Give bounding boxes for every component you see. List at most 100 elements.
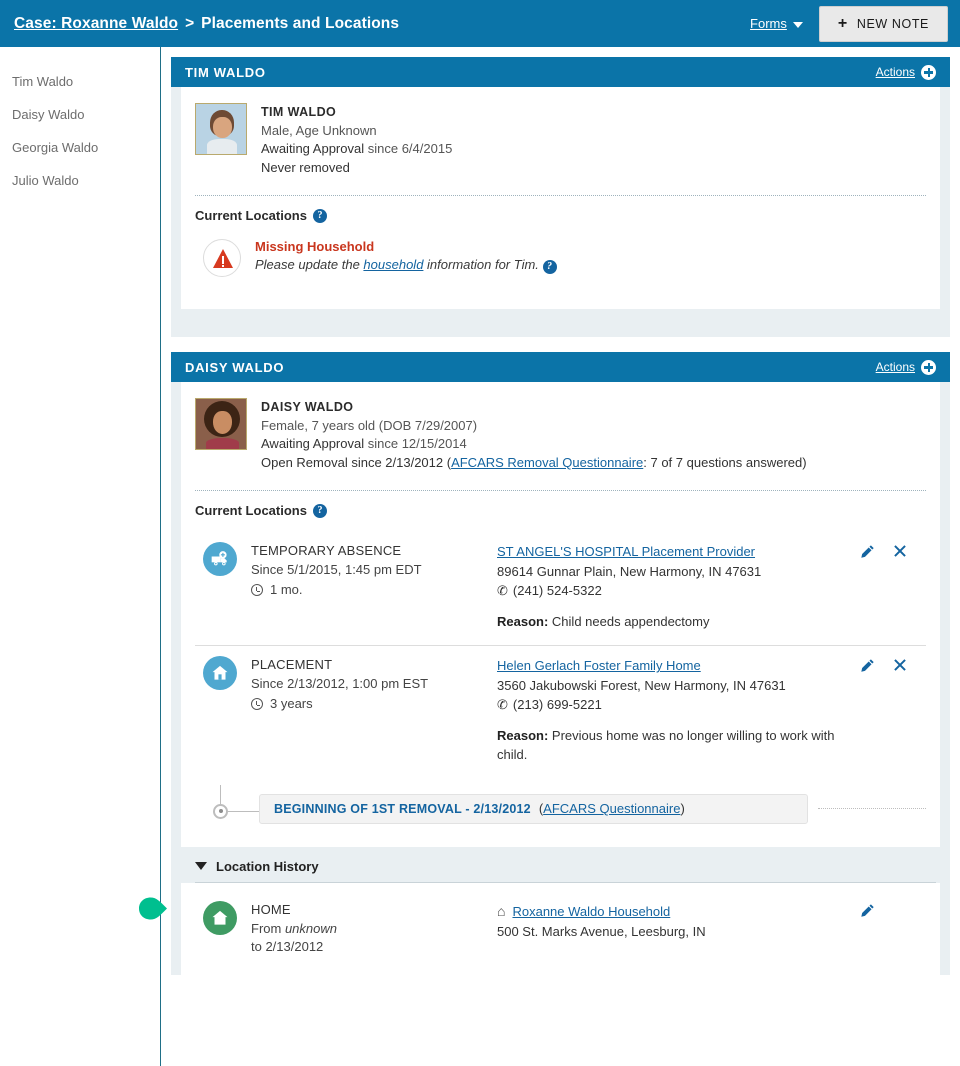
divider	[195, 490, 926, 492]
current-locations-heading: Current Locations ?	[195, 503, 926, 518]
actions-button[interactable]: Actions	[876, 64, 936, 80]
provider-link[interactable]: ST ANGEL'S HOSPITAL Placement Provider	[497, 544, 755, 559]
house-icon	[203, 656, 237, 691]
plus-circle-icon	[921, 64, 936, 80]
edit-icon[interactable]	[860, 903, 875, 958]
afcars-questionnaire-link[interactable]: AFCARS Questionnaire	[543, 801, 680, 816]
plus-circle-icon	[921, 359, 936, 375]
missing-household-alert: Missing Household Please update the hous…	[195, 237, 926, 299]
close-icon[interactable]	[893, 658, 907, 765]
edit-icon[interactable]	[860, 544, 875, 631]
card-body: DAISY WALDO Female, 7 years old (DOB 7/2…	[181, 382, 940, 847]
provider-phone-row: ✆ (241) 524-5322	[497, 581, 860, 601]
actions-button[interactable]: Actions	[875, 359, 936, 375]
paren-close: )	[680, 801, 685, 817]
person-demographics: Female, 7 years old (DOB 7/29/2007)	[261, 417, 478, 433]
app-root: Case: Roxanne Waldo > Placements and Loc…	[0, 0, 960, 1066]
current-locations-label: Current Locations	[195, 503, 307, 519]
new-note-label: NEW NOTE	[856, 16, 929, 31]
breadcrumb-separator: >	[185, 14, 195, 32]
removal-suffix: : 7 of 7 questions answered)	[643, 454, 807, 470]
card-header: TIM WALDO Actions	[171, 57, 950, 87]
sidebar-item-tim-waldo[interactable]: Tim Waldo	[10, 65, 160, 98]
person-details: DAISY WALDO Female, 7 years old (DOB 7/2…	[261, 398, 807, 472]
ambulance-icon	[203, 542, 237, 577]
household-link[interactable]: Roxanne Waldo Household	[512, 904, 670, 919]
help-icon[interactable]: ?	[312, 503, 327, 518]
actions-label: Actions	[875, 360, 915, 375]
person-card-daisy-waldo: DAISY WALDO Actions DAISY WALDO Female, …	[171, 352, 950, 976]
history-type: HOME	[251, 901, 291, 917]
new-note-button[interactable]: + NEW NOTE	[818, 5, 948, 42]
person-status-label: Awaiting Approval	[261, 141, 365, 157]
plus-icon: +	[837, 14, 848, 32]
help-icon[interactable]: ?	[312, 208, 327, 223]
card-title: TIM WALDO	[185, 64, 266, 80]
location-duration-row: 1 mo.	[251, 581, 497, 600]
sidebar-item-daisy-waldo[interactable]: Daisy Waldo	[10, 98, 160, 131]
history-household: ⌂ Roxanne Waldo Household 500 St. Marks A…	[497, 901, 860, 958]
cursor-pointer-marker	[138, 896, 168, 921]
location-type: PLACEMENT	[251, 657, 333, 673]
location-reason: Reason: Previous home was no longer will…	[497, 726, 860, 765]
person-summary: TIM WALDO Male, Age Unknown Awaiting App…	[195, 103, 926, 191]
sidebar-item-julio-waldo[interactable]: Julio Waldo	[10, 164, 160, 197]
location-meta: TEMPORARY ABSENCE Since 5/1/2015, 1:45 p…	[251, 542, 497, 631]
household-address: 500 St. Marks Avenue, Leesburg, IN	[497, 923, 706, 939]
location-provider: ST ANGEL'S HOSPITAL Placement Provider 8…	[497, 542, 860, 631]
alert-text-before: Please update the	[255, 257, 364, 273]
breadcrumb-case-link[interactable]: Case: Roxanne Waldo	[14, 15, 178, 33]
house-small-icon: ⌂	[497, 902, 506, 919]
afcars-removal-questionnaire-link[interactable]: AFCARS Removal Questionnaire	[451, 455, 643, 470]
history-to: to 2/13/2012	[251, 939, 324, 955]
reason-label: Reason:	[497, 613, 549, 629]
card-body: TIM WALDO Male, Age Unknown Awaiting App…	[181, 87, 940, 310]
timeline-node	[195, 784, 259, 833]
provider-phone: (213) 699-5221	[512, 697, 602, 713]
chevron-down-icon	[792, 21, 803, 28]
close-icon[interactable]	[893, 544, 907, 631]
person-status: Awaiting Approval since 6/4/2015	[261, 140, 452, 158]
location-history-body: HOME From unknown to 2/13/2012 ⌂ Roxanne …	[181, 882, 940, 976]
person-status-label: Awaiting Approval	[261, 436, 365, 452]
history-from: From unknown	[251, 920, 497, 939]
breadcrumb: Case: Roxanne Waldo > Placements and Loc…	[14, 15, 399, 33]
reason-text: Previous home was no longer willing to w…	[497, 727, 835, 763]
location-provider: Helen Gerlach Foster Family Home 3560 Ja…	[497, 656, 860, 765]
help-icon[interactable]: ?	[542, 260, 557, 275]
history-row: HOME From unknown to 2/13/2012 ⌂ Roxanne …	[195, 900, 926, 958]
person-removal-status: Open Removal since 2/13/2012 (AFCARS Rem…	[261, 454, 807, 472]
person-summary: DAISY WALDO Female, 7 years old (DOB 7/2…	[195, 398, 926, 486]
sidebar-item-georgia-waldo[interactable]: Georgia Waldo	[10, 131, 160, 164]
location-row-tools	[860, 656, 926, 765]
clock-icon	[251, 584, 263, 597]
location-reason: Reason: Child needs appendectomy	[497, 612, 860, 632]
provider-link[interactable]: Helen Gerlach Foster Family Home	[497, 658, 701, 673]
removal-timeline: BEGINNING OF 1ST REMOVAL - 2/13/2012 (AF…	[195, 779, 926, 837]
removal-banner: BEGINNING OF 1ST REMOVAL - 2/13/2012 (AF…	[259, 793, 808, 824]
warning-icon	[203, 239, 241, 278]
edit-icon[interactable]	[860, 658, 875, 765]
location-row: TEMPORARY ABSENCE Since 5/1/2015, 1:45 p…	[195, 532, 926, 645]
alert-title: Missing Household	[255, 239, 375, 255]
current-locations-label: Current Locations	[195, 208, 307, 224]
forms-label[interactable]: Forms	[750, 16, 787, 31]
person-removal-status: Never removed	[261, 159, 350, 175]
person-demographics: Male, Age Unknown	[261, 122, 377, 138]
avatar	[195, 398, 247, 451]
location-duration: 1 mo.	[270, 581, 303, 597]
chevron-down-icon[interactable]	[195, 862, 207, 871]
location-history-toggle[interactable]: Location History	[171, 846, 950, 882]
location-history-label: Location History	[216, 858, 319, 874]
household-link[interactable]: household	[363, 257, 423, 272]
location-since: Since 2/13/2012, 1:00 pm EST	[251, 676, 429, 692]
top-bar: Case: Roxanne Waldo > Placements and Loc…	[0, 0, 960, 47]
card-title: DAISY WALDO	[185, 359, 285, 375]
timeline-trailing-rule	[817, 808, 926, 810]
history-meta: HOME From unknown to 2/13/2012	[251, 901, 497, 958]
location-duration: 3 years	[270, 695, 313, 711]
sidebar: Tim Waldo Daisy Waldo Georgia Waldo Juli…	[0, 47, 161, 1066]
removal-banner-title: BEGINNING OF 1ST REMOVAL - 2/13/2012	[274, 801, 531, 816]
location-type: TEMPORARY ABSENCE	[251, 543, 402, 559]
forms-dropdown[interactable]: Forms	[750, 16, 803, 31]
